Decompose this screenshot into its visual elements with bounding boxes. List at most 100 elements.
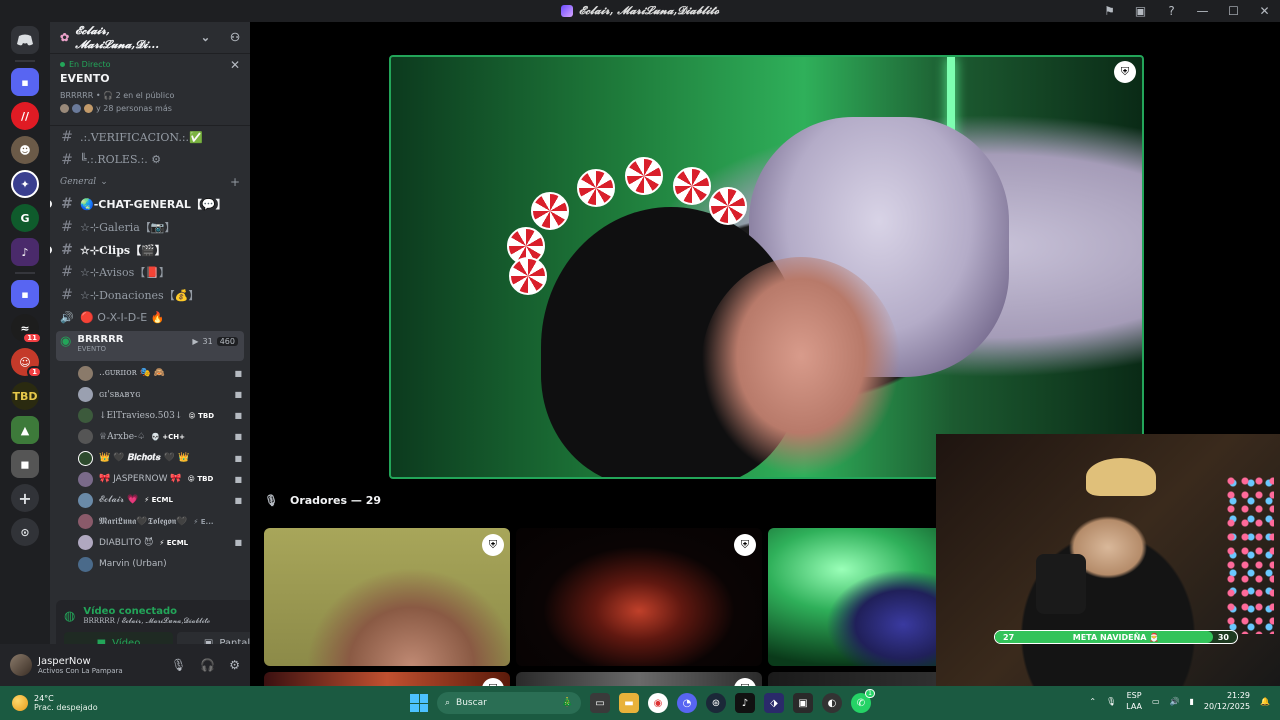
hash-icon: #	[61, 129, 73, 146]
channel-chat-general[interactable]: # 🌏-CHAT-GENERAL【💬】	[50, 193, 250, 216]
server-folder-icon[interactable]: ▪	[11, 68, 39, 96]
window-title-text: 𝓔𝓬𝓵𝓪𝓲𝓻, 𝓜𝓪𝓻𝓲𝓛𝓾𝓷𝓪,𝓓𝓲𝓪𝓫𝓵𝓲𝓽𝓸	[578, 4, 720, 17]
add-user-icon[interactable]: ⚇	[230, 31, 240, 44]
streamer-face	[701, 257, 901, 477]
clock[interactable]: 21:29 20/12/2025	[1204, 690, 1250, 712]
explore-icon[interactable]: ⊙	[11, 518, 39, 546]
minimize-button[interactable]: —	[1187, 4, 1218, 18]
server-folder-icon[interactable]: ▪	[11, 280, 39, 308]
avatar[interactable]	[10, 654, 32, 676]
microphone-icon: 🎙	[264, 494, 278, 507]
microphone-icon[interactable]: 🎙	[171, 658, 186, 672]
voice-member[interactable]: ♕Arxbe-♤ 💀 +CH+ ■	[50, 426, 250, 447]
server-icon-olas[interactable]: ≈11	[11, 314, 42, 344]
server-header[interactable]: ✿ 𝓔𝓬𝓵𝓪𝓲𝓻, 𝓜𝓪𝓻𝓲𝓛𝓾𝓷𝓪,𝓓𝓲... ⌄ ⚇	[50, 22, 250, 54]
voice-member[interactable]: 𝓔𝓬𝓵𝓪𝓲𝓻 💗 ⚡ ECML ■	[50, 490, 250, 511]
channel-oxide[interactable]: 🔊 🔴 O-X-I-D-E 🔥	[50, 306, 250, 329]
chrome-icon[interactable]: ◉	[648, 693, 668, 713]
server-icon-active[interactable]: ✦	[11, 170, 39, 198]
channel-name: ☆⊹Clips【🎬】	[80, 243, 166, 257]
taskbar-search[interactable]: ⌕ Buscar 🎄	[437, 692, 581, 714]
moderator-shield-icon[interactable]: ⛨	[482, 678, 504, 686]
moderator-shield-icon[interactable]: ⛨	[482, 534, 504, 556]
channel-verificacion[interactable]: # .:.VERIFICACION.:.✅	[50, 126, 250, 149]
inbox-icon[interactable]: ⚑	[1094, 4, 1125, 18]
voice-member[interactable]: Marvin (Urban)	[50, 553, 250, 574]
camera-icon: ■	[234, 538, 242, 548]
channel-roles[interactable]: # ╚.:.ROLES.:. ⚙	[50, 149, 250, 172]
server-icon-purple[interactable]: ♪	[11, 238, 39, 266]
task-view-icon[interactable]: ▭	[590, 693, 610, 713]
channel-avisos[interactable]: # ☆⊹Avisos【📕】	[50, 261, 250, 284]
channel-clips[interactable]: # ☆⊹Clips【🎬】	[50, 238, 250, 261]
voice-member[interactable]: ..ɢᴜʀɪɪᴏʀ 🎭 🙈 ■	[50, 363, 250, 384]
speaker-video-tile[interactable]: ⛨	[516, 672, 762, 686]
server-icon-green[interactable]: G	[11, 204, 39, 232]
headphones-icon[interactable]: 🎧	[200, 658, 215, 672]
live-event-card[interactable]: En Directo ✕ EVENTO BRRRRR • 🎧 2 en el p…	[50, 54, 250, 126]
channel-donaciones[interactable]: # ☆⊹Donaciones【💰】	[50, 284, 250, 307]
voice-member[interactable]: 𝕸𝖆𝖗𝖎𝕷𝖚𝖓𝖆🖤𝕿𝖔𝖑𝖊𝖌𝖔𝖓🖤 ⚡ E...	[50, 511, 250, 532]
main-video-stream[interactable]: ⛨	[389, 55, 1144, 479]
network-icon[interactable]: ▭	[1152, 697, 1160, 706]
file-explorer-icon[interactable]: ▬	[619, 693, 639, 713]
candy-decoration	[625, 157, 663, 195]
app-icon[interactable]: ⬗	[764, 693, 784, 713]
voice-member[interactable]: 👑 🖤 𝑩𝒊𝒄𝒉𝒐𝒕𝒔 🖤 👑 ■	[50, 448, 250, 469]
candy-decoration	[709, 187, 747, 225]
notification-icon[interactable]: 🔔	[1260, 697, 1270, 706]
voice-member[interactable]: DIABLITO 😈 ⚡ ECML ■	[50, 532, 250, 553]
voice-channel-brrrrr[interactable]: ◉ BRRRRR EVENTO ▶ 31 460	[56, 330, 244, 361]
member-name: ..ɢᴜʀɪɪᴏʀ 🎭 🙈	[99, 368, 165, 379]
signal-icon: ◍	[64, 608, 76, 624]
language-indicator[interactable]: ESP LAA	[1126, 690, 1142, 712]
speaker-video-tile[interactable]: ⛨	[264, 672, 510, 686]
discord-home-button[interactable]	[11, 26, 39, 54]
chevron-up-icon[interactable]: ⌃	[1089, 697, 1096, 706]
voice-location[interactable]: BRRRRR / 𝓔𝓬𝓵𝓪𝓲𝓻, 𝓜𝓪𝓻𝓲𝓛𝓾𝓷𝓪,𝓓𝓲𝓪𝓫𝓵𝓲𝓽𝓸	[83, 617, 210, 626]
chevron-down-icon[interactable]: ⌄	[201, 31, 210, 44]
avatar	[78, 408, 93, 424]
tiktok-icon[interactable]: ♪	[735, 693, 755, 713]
server-icon-landscape[interactable]: ▲	[11, 416, 39, 444]
server-icon-avatar[interactable]: ☻	[11, 136, 39, 164]
event-audience: y 28 personas más	[60, 104, 240, 113]
speaker-video-tile[interactable]: ⛨	[264, 528, 510, 666]
whatsapp-icon[interactable]: ✆ 1	[851, 689, 875, 713]
candy-decoration	[531, 192, 569, 230]
discord-taskbar-icon[interactable]: ◔	[677, 693, 697, 713]
category-general[interactable]: General ⌄ +	[50, 171, 250, 193]
screen-share-icon[interactable]: ▣	[1125, 4, 1156, 18]
windows-start-icon[interactable]	[410, 694, 428, 712]
moderator-shield-icon[interactable]: ⛨	[734, 678, 756, 686]
battery-icon[interactable]: ▮	[1190, 697, 1194, 706]
close-window-button[interactable]: ✕	[1249, 4, 1280, 18]
moderator-shield-icon[interactable]: ⛨	[734, 534, 756, 556]
speaker-video-tile[interactable]: ⛨	[516, 528, 762, 666]
gear-icon[interactable]: ⚙	[229, 658, 240, 672]
date: 20/12/2025	[1203, 702, 1251, 711]
member-name: 𝕸𝖆𝖗𝖎𝕷𝖚𝖓𝖆🖤𝕿𝖔𝖑𝖊𝖌𝖔𝖓🖤	[99, 516, 188, 527]
microphone-icon[interactable]: 🎙	[1106, 697, 1116, 706]
server-icon-character[interactable]: ☺ 1	[11, 348, 42, 378]
voice-member[interactable]: ɢɪ'sʙᴀʙʏɢ ■	[50, 384, 250, 405]
server-icon-tbd[interactable]: TBD	[11, 382, 39, 410]
weather-widget[interactable]: 24°C Prac. despejado	[0, 694, 160, 712]
app-icon[interactable]: ▣	[793, 693, 813, 713]
steam-icon[interactable]: ⊛	[706, 693, 726, 713]
channel-galeria[interactable]: # ☆⊹Galeria【📷】	[50, 216, 250, 239]
voice-member[interactable]: ↓ElTravieso.503↓ 😝 TBD ■	[50, 405, 250, 426]
moderator-shield-icon[interactable]: ⛨	[1114, 61, 1136, 83]
server-icon-red[interactable]: //	[11, 102, 39, 130]
avatar	[78, 450, 93, 466]
server-icon-gray[interactable]: ◼	[11, 450, 39, 478]
obs-icon[interactable]: ◐	[822, 693, 842, 713]
close-icon[interactable]: ✕	[230, 58, 240, 72]
maximize-button[interactable]: ☐	[1218, 4, 1249, 18]
candy-decoration	[509, 257, 547, 295]
add-server-icon[interactable]: +	[11, 484, 39, 512]
voice-member[interactable]: 🎀 JASPERNOW 🎀 😝 TBD ■	[50, 469, 250, 490]
help-icon[interactable]: ?	[1156, 4, 1187, 18]
volume-icon[interactable]: 🔊	[1170, 697, 1180, 706]
add-channel-icon[interactable]: +	[230, 175, 240, 189]
